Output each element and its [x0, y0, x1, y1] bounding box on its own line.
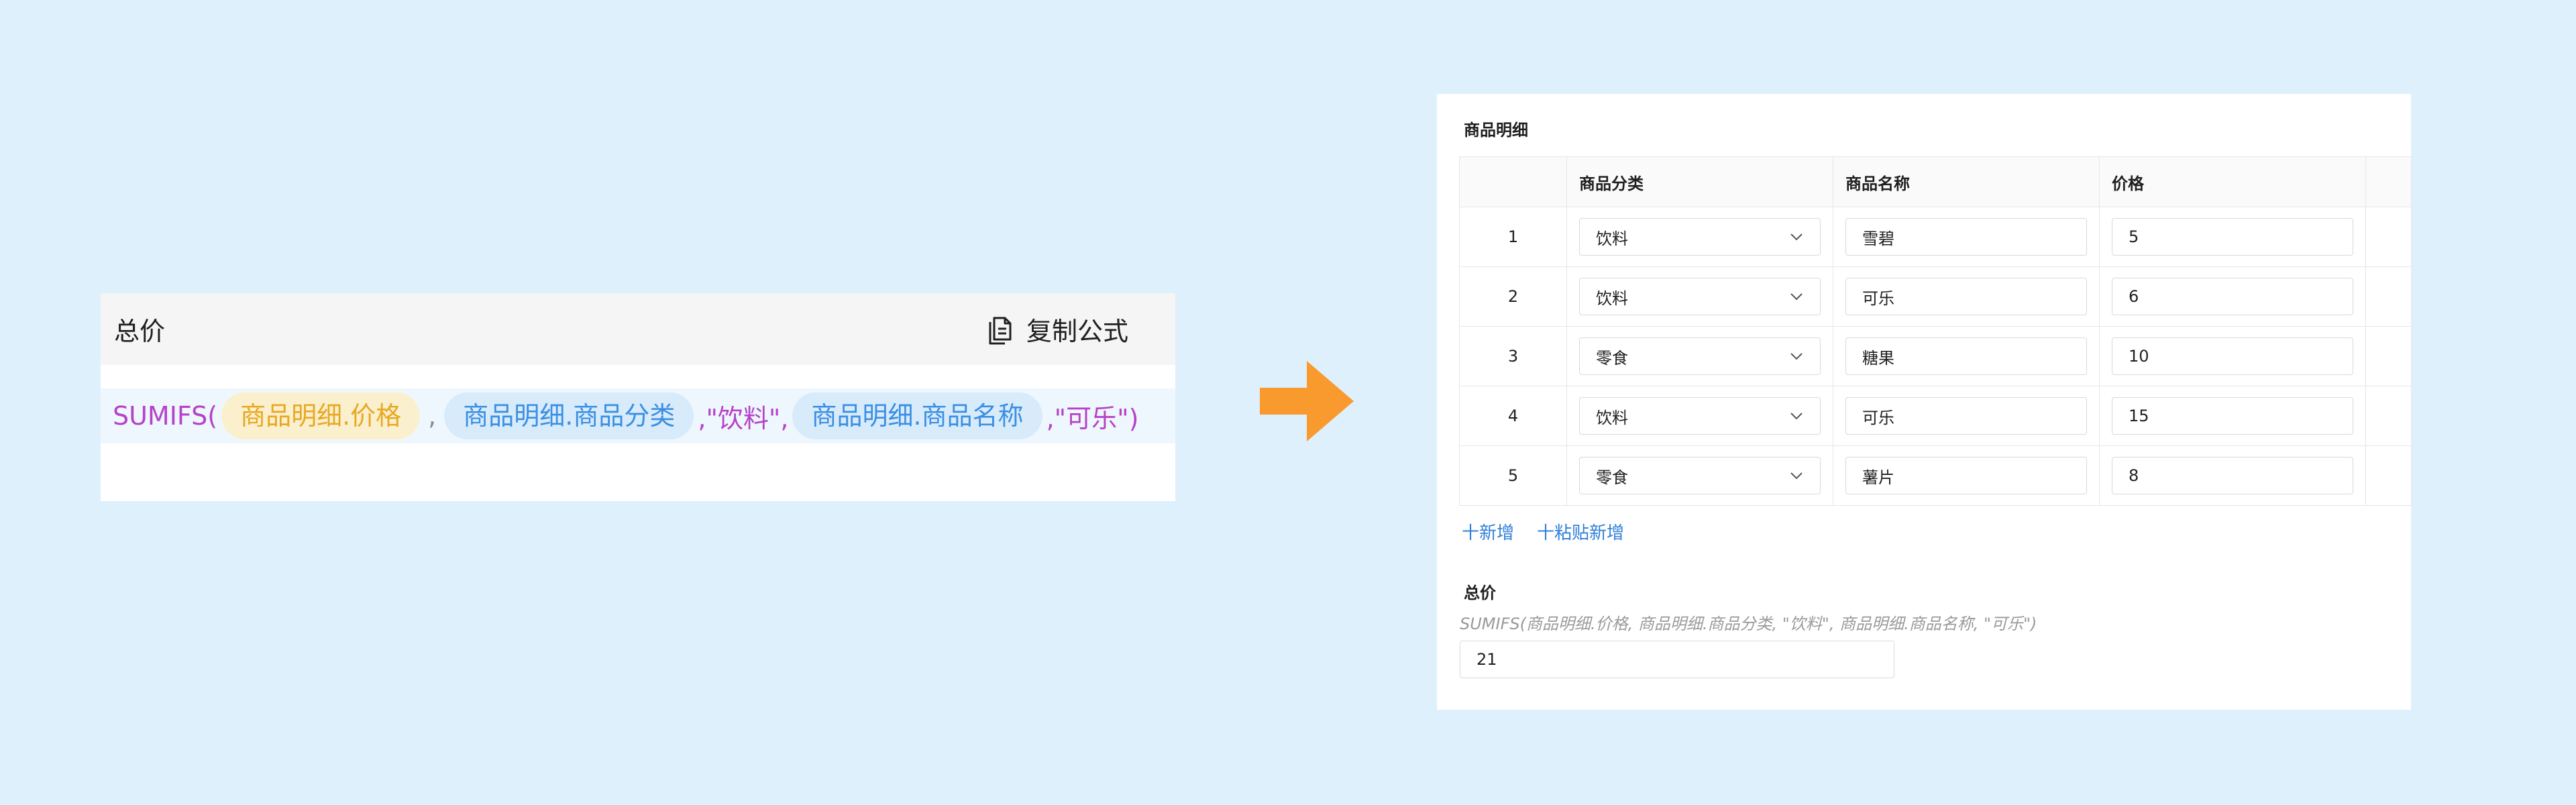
- arrow-right-icon: [1260, 361, 1354, 441]
- price-input-value: 10: [2129, 347, 2149, 366]
- add-row-button[interactable]: 十新增: [1462, 519, 1514, 544]
- chevron-down-icon: [1790, 413, 1803, 420]
- name-cell: 可乐: [1833, 266, 2100, 327]
- spare-cell: [2365, 207, 2412, 267]
- header-category: 商品分类: [1566, 156, 1833, 207]
- table-row: 1 饮料 雪碧 5: [1459, 207, 2412, 267]
- category-cell: 饮料: [1566, 266, 1833, 327]
- price-cell: 15: [2099, 386, 2366, 446]
- table-row: 2 饮料 可乐 6: [1459, 266, 2412, 327]
- row-index: 1: [1459, 207, 1567, 267]
- paste-add-button[interactable]: 十粘贴新增: [1537, 519, 1624, 544]
- price-cell: 10: [2099, 326, 2366, 386]
- header-name: 商品名称: [1833, 156, 2100, 207]
- product-detail-table: 商品分类 商品名称 价格 1 饮料 雪碧 5 2 饮料 可乐 6 3 零食 糖果…: [1459, 156, 2412, 506]
- price-input-value: 6: [2129, 287, 2139, 306]
- header-price: 价格: [2099, 156, 2366, 207]
- category-select[interactable]: 饮料: [1579, 218, 1821, 256]
- copy-formula-label: 复制公式: [1026, 317, 1128, 346]
- name-input-value: 雪碧: [1862, 229, 1894, 248]
- chevron-down-icon: [1790, 472, 1803, 480]
- price-input[interactable]: 6: [2112, 278, 2353, 315]
- name-input[interactable]: 可乐: [1845, 397, 2087, 435]
- category-select-value: 零食: [1596, 468, 1628, 487]
- name-input-value: 可乐: [1862, 288, 1894, 308]
- formula-card: 总价 复制公式 SUMIFS( 商品明细.价格 , 商品明细.商品分类 ,"饮料…: [101, 293, 1175, 501]
- formula-separator: ,: [428, 401, 437, 431]
- price-input-value: 5: [2129, 227, 2139, 246]
- formula-function-name: SUMIFS(: [113, 401, 218, 431]
- category-select-value: 零食: [1596, 348, 1628, 368]
- name-input-value: 糖果: [1862, 348, 1894, 368]
- category-select[interactable]: 零食: [1579, 337, 1821, 375]
- category-cell: 饮料: [1566, 386, 1833, 446]
- category-select[interactable]: 饮料: [1579, 278, 1821, 315]
- total-value: 21: [1477, 650, 1497, 669]
- row-index: 5: [1459, 445, 1567, 506]
- formula-field-chip-category[interactable]: 商品明细.商品分类: [444, 392, 694, 439]
- spare-cell: [2365, 266, 2412, 327]
- subtable-title: 商品明细: [1464, 121, 1528, 140]
- category-cell: 零食: [1566, 445, 1833, 506]
- price-input-value: 8: [2129, 466, 2139, 485]
- formula-field-title: 总价: [114, 317, 166, 346]
- category-select-value: 饮料: [1596, 408, 1628, 427]
- name-cell: 可乐: [1833, 386, 2100, 446]
- copy-document-icon: [989, 317, 1012, 344]
- header-index: [1459, 156, 1567, 207]
- table-actions: 十新增 十粘贴新增: [1462, 519, 1624, 544]
- price-cell: 8: [2099, 445, 2366, 506]
- table-row: 4 饮料 可乐 15: [1459, 386, 2412, 446]
- name-input-value: 薯片: [1862, 468, 1894, 487]
- chevron-down-icon: [1790, 293, 1803, 301]
- formula-editor[interactable]: SUMIFS( 商品明细.价格 , 商品明细.商品分类 ,"饮料", 商品明细.…: [101, 388, 1175, 443]
- table-row: 3 零食 糖果 10: [1459, 326, 2412, 386]
- formula-literal-drink: ,"饮料",: [698, 403, 789, 433]
- row-index: 4: [1459, 386, 1567, 446]
- spare-cell: [2365, 445, 2412, 506]
- name-cell: 糖果: [1833, 326, 2100, 386]
- price-input[interactable]: 8: [2112, 457, 2353, 494]
- total-value-field[interactable]: 21: [1460, 641, 1894, 678]
- category-cell: 零食: [1566, 326, 1833, 386]
- price-input[interactable]: 15: [2112, 397, 2353, 435]
- table-row: 5 零食 薯片 8: [1459, 445, 2412, 506]
- formula-literal-cola: ,"可乐"): [1046, 403, 1139, 433]
- category-select-value: 饮料: [1596, 229, 1628, 248]
- formula-field-chip-name[interactable]: 商品明细.商品名称: [792, 392, 1042, 439]
- category-select[interactable]: 零食: [1579, 457, 1821, 494]
- price-cell: 6: [2099, 266, 2366, 327]
- name-input[interactable]: 雪碧: [1845, 218, 2087, 256]
- chevron-down-icon: [1790, 353, 1803, 360]
- spare-cell: [2365, 386, 2412, 446]
- name-input[interactable]: 薯片: [1845, 457, 2087, 494]
- formula-card-header: 总价 复制公式: [101, 293, 1175, 365]
- chevron-down-icon: [1790, 233, 1803, 241]
- form-preview-panel: 商品明细 商品分类 商品名称 价格 1 饮料 雪碧 5 2 饮料 可乐 6 3 …: [1437, 94, 2412, 710]
- price-input[interactable]: 5: [2112, 218, 2353, 256]
- row-index: 3: [1459, 326, 1567, 386]
- copy-formula-button[interactable]: 复制公式: [987, 311, 1128, 347]
- price-cell: 5: [2099, 207, 2366, 267]
- price-input-value: 15: [2129, 407, 2149, 425]
- name-input[interactable]: 糖果: [1845, 337, 2087, 375]
- name-input-value: 可乐: [1862, 408, 1894, 427]
- category-select[interactable]: 饮料: [1579, 397, 1821, 435]
- category-select-value: 饮料: [1596, 288, 1628, 308]
- name-cell: 雪碧: [1833, 207, 2100, 267]
- category-cell: 饮料: [1566, 207, 1833, 267]
- table-header-row: 商品分类 商品名称 价格: [1459, 156, 2412, 207]
- spare-cell: [2365, 326, 2412, 386]
- formula-field-chip-price[interactable]: 商品明细.价格: [221, 392, 421, 439]
- price-input[interactable]: 10: [2112, 337, 2353, 375]
- header-spare: [2365, 156, 2412, 207]
- total-formula-hint: SUMIFS(商品明细.价格, 商品明细.商品分类, "饮料", 商品明细.商品…: [1460, 614, 2037, 633]
- total-field-label: 总价: [1464, 584, 1496, 602]
- row-index: 2: [1459, 266, 1567, 327]
- name-input[interactable]: 可乐: [1845, 278, 2087, 315]
- name-cell: 薯片: [1833, 445, 2100, 506]
